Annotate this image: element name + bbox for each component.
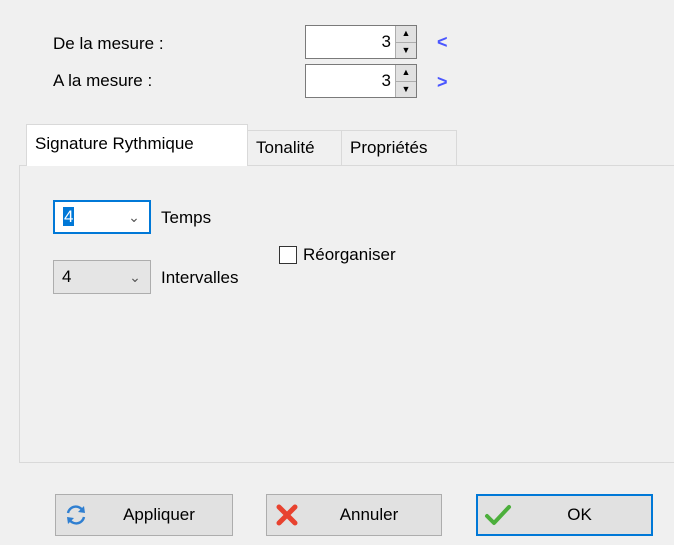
- chevron-down-icon[interactable]: ⌄: [119, 209, 149, 226]
- spin-down-icon[interactable]: ▼: [396, 42, 416, 58]
- spin-up-icon[interactable]: ▲: [396, 26, 416, 43]
- apply-label: Appliquer: [123, 505, 195, 524]
- unit-combo[interactable]: 4 ⌄: [53, 260, 151, 294]
- to-measure-label: A la mesure :: [53, 71, 153, 90]
- tab-signature-rythmique[interactable]: Signature Rythmique: [26, 124, 248, 166]
- cancel-button[interactable]: Annuler: [266, 494, 442, 536]
- beats-value[interactable]: 4: [63, 207, 75, 226]
- next-measure-arrow[interactable]: >: [437, 72, 448, 93]
- to-measure-spinner[interactable]: 3 ▲ ▼: [305, 64, 417, 98]
- checkmark-icon: [478, 503, 518, 527]
- cross-icon: [267, 502, 307, 528]
- spin-down-icon[interactable]: ▼: [396, 81, 416, 97]
- ok-button[interactable]: OK: [476, 494, 653, 536]
- cancel-label: Annuler: [339, 505, 399, 524]
- chevron-down-icon[interactable]: ⌄: [120, 269, 150, 286]
- from-measure-spinner[interactable]: 3 ▲ ▼: [305, 25, 417, 59]
- refresh-icon: [56, 503, 96, 527]
- reorganize-label[interactable]: Réorganiser: [303, 245, 396, 265]
- apply-button[interactable]: Appliquer: [55, 494, 233, 536]
- tab-proprietes[interactable]: Propriétés: [341, 130, 457, 166]
- beats-combo[interactable]: 4 ⌄: [53, 200, 151, 234]
- from-measure-label: De la mesure :: [53, 34, 164, 53]
- from-measure-value[interactable]: 3: [306, 26, 395, 58]
- unit-value[interactable]: 4: [54, 267, 120, 287]
- tab-tonalite[interactable]: Tonalité: [247, 130, 342, 166]
- ok-label: OK: [567, 505, 592, 524]
- beats-label: Temps: [161, 208, 212, 227]
- spin-up-icon[interactable]: ▲: [396, 65, 416, 82]
- reorganize-checkbox[interactable]: [279, 246, 297, 264]
- previous-measure-arrow[interactable]: <: [437, 32, 448, 53]
- unit-label: Intervalles: [161, 268, 239, 287]
- to-measure-value[interactable]: 3: [306, 65, 395, 97]
